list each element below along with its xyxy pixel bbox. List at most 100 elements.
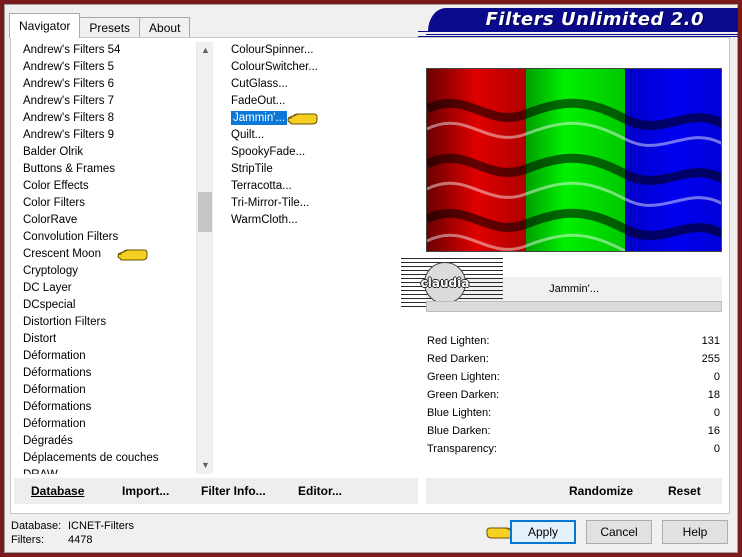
parameter-value: 16 [707, 425, 720, 437]
filter-list[interactable]: ColourSpinner... ColourSwitcher... CutGlas… [222, 42, 418, 474]
progress-bar [426, 301, 722, 312]
apply-button[interactable]: Apply [510, 520, 576, 544]
category-item[interactable]: Dégradés [14, 433, 196, 450]
parameter-label: Transparency: [427, 443, 497, 455]
category-item[interactable]: Déplacements de couches [14, 450, 196, 467]
parameter-label: Green Lighten: [427, 371, 500, 383]
filter-item[interactable]: CutGlass... [222, 76, 418, 93]
tab-about[interactable]: About [139, 17, 191, 38]
parameter-value: 0 [713, 407, 720, 419]
filter-info-button[interactable]: Filter Info... [201, 484, 266, 498]
scroll-up-icon[interactable]: ▲ [197, 42, 214, 59]
filter-item[interactable]: Quilt... [222, 127, 418, 144]
category-item[interactable]: Andrew's Filters 5 [14, 59, 196, 76]
category-item[interactable]: Color Effects [14, 178, 196, 195]
category-item[interactable]: Andrew's Filters 9 [14, 127, 196, 144]
database-value: ICNET-Filters [68, 520, 134, 532]
category-item[interactable]: Déformations [14, 365, 196, 382]
status-area: Database: ICNET-Filters Filters: 4478 [11, 519, 134, 547]
filter-item[interactable]: SpookyFade... [222, 144, 418, 161]
filter-item-label: WarmCloth... [231, 214, 298, 226]
parameter-slider[interactable]: Blue Darken: 16 [426, 422, 722, 440]
category-item[interactable]: Déformations [14, 399, 196, 416]
scroll-down-icon[interactable]: ▼ [197, 457, 214, 474]
filters-unlimited-window: Filters Unlimited 2.0 Navigator Presets … [0, 0, 742, 557]
category-item[interactable]: Distortion Filters [14, 314, 196, 331]
category-item[interactable]: Andrew's Filters 8 [14, 110, 196, 127]
filter-item[interactable]: ColourSwitcher... [222, 59, 418, 76]
category-item[interactable]: Déformation [14, 416, 196, 433]
filter-item[interactable]: FadeOut... [222, 93, 418, 110]
filter-item[interactable]: ColourSpinner... [222, 42, 418, 59]
filter-item-label: ColourSpinner... [231, 44, 314, 56]
parameter-slider[interactable]: Transparency: 0 [426, 440, 722, 458]
category-item[interactable]: Convolution Filters [14, 229, 196, 246]
filter-item[interactable]: Tri-Mirror-Tile... [222, 195, 418, 212]
pointing-hand-icon [286, 111, 318, 127]
database-label: Database: [11, 520, 62, 532]
filter-item-label: SpookyFade... [231, 146, 306, 158]
pointing-hand-icon [116, 247, 148, 263]
parameter-value: 0 [713, 371, 720, 383]
filter-item-label: FadeOut... [231, 95, 286, 107]
cancel-button[interactable]: Cancel [586, 520, 652, 544]
tab-navigator[interactable]: Navigator [9, 13, 81, 38]
import-button[interactable]: Import... [122, 484, 169, 498]
parameter-slider[interactable]: Red Darken: 255 [426, 350, 722, 368]
category-item[interactable]: DRAW [14, 467, 196, 474]
category-item[interactable]: Cryptology [14, 263, 196, 280]
category-item[interactable]: Déformation [14, 348, 196, 365]
database-button[interactable]: Database [31, 484, 84, 498]
watermark-text: claudia [420, 276, 470, 290]
category-item[interactable]: Andrew's Filters 6 [14, 76, 196, 93]
parameter-label: Blue Darken: [427, 425, 491, 437]
category-item[interactable]: DCspecial [14, 297, 196, 314]
parameter-label: Red Lighten: [427, 335, 490, 347]
filters-count-value: 4478 [68, 534, 93, 546]
filter-preview [426, 68, 722, 252]
category-scrollbar[interactable]: ▲ ▼ [196, 42, 213, 474]
parameter-value: 255 [701, 353, 720, 365]
category-item[interactable]: Déformation [14, 382, 196, 399]
parameter-label: Red Darken: [427, 353, 489, 365]
window-title: Filters Unlimited 2.0 [485, 9, 704, 30]
randomize-button[interactable]: Randomize [569, 484, 633, 498]
filter-item-label: ColourSwitcher... [231, 61, 318, 73]
parameter-slider[interactable]: Green Lighten: 0 [426, 368, 722, 386]
filter-item-label: Tri-Mirror-Tile... [231, 197, 310, 209]
filter-item-label: StripTile [231, 163, 273, 175]
category-item[interactable]: Balder Olrik [14, 144, 196, 161]
parameter-slider[interactable]: Green Darken: 18 [426, 386, 722, 404]
parameter-value: 0 [713, 443, 720, 455]
filters-count-label: Filters: [11, 534, 44, 546]
filter-item-label: Terracotta... [231, 180, 292, 192]
parameter-slider[interactable]: Red Lighten: 131 [426, 332, 722, 350]
category-item[interactable]: DC Layer [14, 280, 196, 297]
category-item[interactable]: Color Filters [14, 195, 196, 212]
help-button[interactable]: Help [662, 520, 728, 544]
filter-item[interactable]: Jammin'... [222, 110, 418, 127]
tab-presets[interactable]: Presets [79, 17, 141, 38]
right-link-bar: Randomize Reset [426, 478, 722, 504]
left-link-bar: Database Import... Filter Info... Editor… [14, 478, 418, 504]
category-item[interactable]: Distort [14, 331, 196, 348]
parameter-slider[interactable]: Blue Lighten: 0 [426, 404, 722, 422]
category-item[interactable]: Andrew's Filters 54 [14, 42, 196, 59]
parameter-label: Blue Lighten: [427, 407, 492, 419]
category-list[interactable]: Andrew's Filters 54 Andrew's Filters 5 And… [14, 42, 196, 474]
filter-item[interactable]: Terracotta... [222, 178, 418, 195]
category-item[interactable]: Crescent Moon [14, 246, 196, 263]
reset-button[interactable]: Reset [668, 484, 701, 498]
filter-item[interactable]: WarmCloth... [222, 212, 418, 229]
filter-item-label: CutGlass... [231, 78, 288, 90]
scrollbar-thumb[interactable] [198, 192, 212, 232]
editor-button[interactable]: Editor... [298, 484, 342, 498]
category-item[interactable]: Andrew's Filters 7 [14, 93, 196, 110]
filter-item-label: Jammin'... [231, 111, 288, 125]
parameter-value: 18 [707, 389, 720, 401]
category-item[interactable]: Buttons & Frames [14, 161, 196, 178]
filter-item-label: Quilt... [231, 129, 265, 141]
filter-item[interactable]: StripTile [222, 161, 418, 178]
tab-bar: Navigator Presets About [9, 12, 191, 38]
category-item[interactable]: ColorRave [14, 212, 196, 229]
